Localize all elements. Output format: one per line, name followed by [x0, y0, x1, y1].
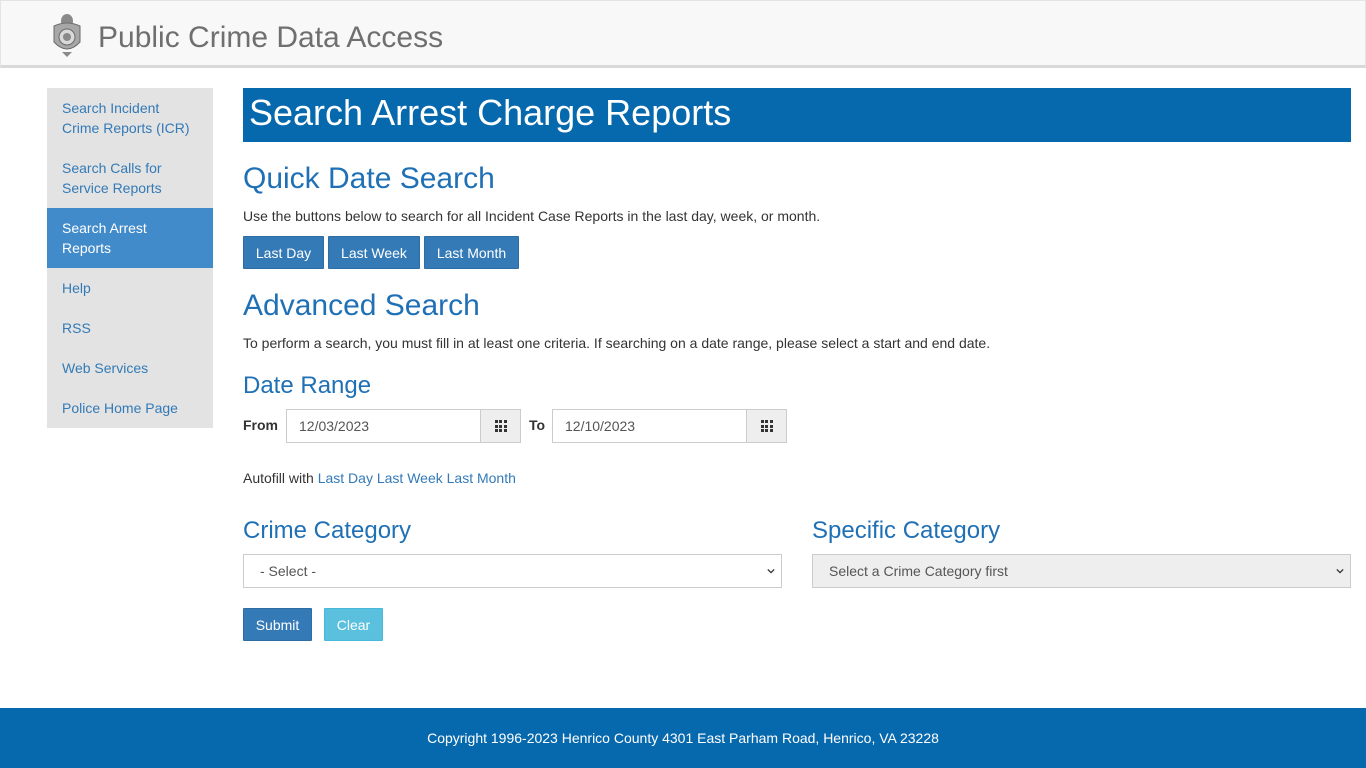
sidebar-nav: Search Incident Crime Reports (ICR) Sear… — [47, 88, 213, 428]
to-date-group: 12/10/2023 — [552, 409, 787, 443]
chevron-down-icon — [767, 568, 775, 574]
from-calendar-button[interactable] — [481, 409, 521, 443]
to-label: To — [529, 417, 546, 433]
quick-date-search-description: Use the buttons below to search for all … — [243, 208, 821, 224]
site-header: Public Crime Data Access — [0, 0, 1366, 68]
sidebar-item-search-incident-crime-reports[interactable]: Search Incident Crime Reports (ICR) — [47, 88, 213, 148]
autofill-last-month-link[interactable]: Last Month — [447, 470, 516, 486]
calendar-grid-icon — [494, 420, 507, 432]
sidebar-item-search-arrest-reports[interactable]: Search Arrest Reports — [47, 208, 213, 268]
from-date-input[interactable]: 12/03/2023 — [286, 409, 481, 443]
sidebar-item-rss[interactable]: RSS — [47, 308, 213, 348]
specific-category-heading: Specific Category — [812, 517, 1001, 544]
police-badge-icon — [53, 14, 81, 57]
crime-category-heading: Crime Category — [243, 517, 412, 544]
last-week-button[interactable]: Last Week — [328, 236, 420, 269]
chevron-down-icon — [1336, 568, 1344, 574]
crime-category-selected: - Select - — [260, 563, 317, 579]
last-month-button[interactable]: Last Month — [424, 236, 519, 269]
crime-category-select[interactable]: - Select - — [243, 554, 782, 588]
specific-category-select[interactable]: Select a Crime Category first — [812, 554, 1351, 588]
sidebar-item-search-calls-for-service[interactable]: Search Calls for Service Reports — [47, 148, 213, 208]
calendar-grid-icon — [760, 420, 773, 432]
sidebar-item-web-services[interactable]: Web Services — [47, 348, 213, 388]
advanced-search-heading: Advanced Search — [243, 289, 480, 322]
to-calendar-button[interactable] — [747, 409, 787, 443]
date-range-heading: Date Range — [243, 372, 372, 399]
footer-copyright: Copyright 1996-2023 Henrico County 4301 … — [427, 730, 939, 746]
site-footer: Copyright 1996-2023 Henrico County 4301 … — [0, 708, 1366, 768]
autofill-last-week-link[interactable]: Last Week — [377, 470, 443, 486]
from-date-group: 12/03/2023 — [286, 409, 521, 443]
sidebar-item-help[interactable]: Help — [47, 268, 213, 308]
advanced-search-description: To perform a search, you must fill in at… — [243, 335, 991, 351]
submit-button[interactable]: Submit — [243, 608, 312, 641]
quick-date-search-heading: Quick Date Search — [243, 162, 495, 195]
autofill-row: Autofill with Last Day Last Week Last Mo… — [243, 469, 516, 487]
to-date-input[interactable]: 12/10/2023 — [552, 409, 747, 443]
main-content: Search Arrest Charge Reports — [243, 88, 1351, 142]
page-title: Search Arrest Charge Reports — [243, 88, 1351, 142]
last-day-button[interactable]: Last Day — [243, 236, 324, 269]
clear-button[interactable]: Clear — [324, 608, 383, 641]
autofill-prefix: Autofill with — [243, 470, 314, 486]
sidebar-item-police-home-page[interactable]: Police Home Page — [47, 388, 213, 428]
site-title: Public Crime Data Access — [98, 21, 444, 54]
specific-category-selected: Select a Crime Category first — [829, 563, 1008, 579]
from-label: From — [243, 417, 278, 433]
autofill-last-day-link[interactable]: Last Day — [318, 470, 373, 486]
